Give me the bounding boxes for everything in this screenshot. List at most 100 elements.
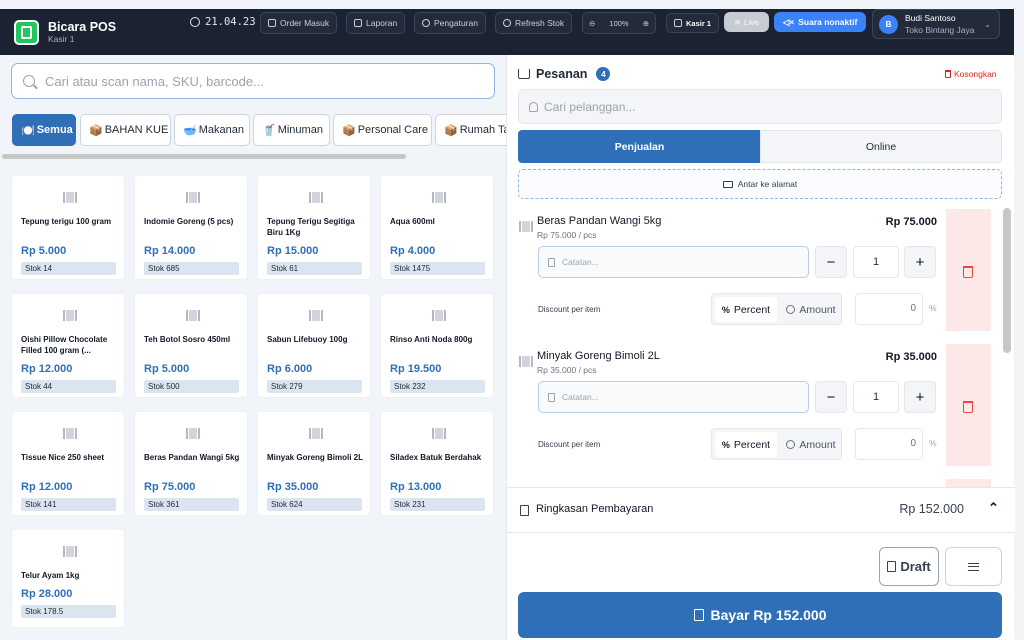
category-label: Semua	[36, 124, 73, 136]
qty-input[interactable]: 1	[853, 381, 899, 413]
decrease-qty-button[interactable]: −	[815, 381, 847, 413]
discount-input[interactable]: 0	[855, 293, 923, 325]
discount-unit: %	[929, 303, 937, 313]
brand: Bicara POS Kasir 1	[48, 20, 116, 45]
increase-qty-button[interactable]: +	[904, 381, 936, 413]
order-item-name: Minyak Goreng Bimoli 2L	[537, 350, 660, 362]
order-scroll-thumb[interactable]	[1003, 208, 1011, 353]
tab-online[interactable]: Online	[760, 130, 1002, 163]
qty-input[interactable]: 1	[853, 246, 899, 278]
payment-summary-toggle[interactable]: Ringkasan Pembayaran Rp 152.000 ⌃	[507, 487, 1015, 533]
tab-sales[interactable]: Penjualan	[518, 130, 761, 163]
search-placeholder: Cari atau scan nama, SKU, barcode...	[45, 73, 264, 89]
deliver-to-address-button[interactable]: Antar ke alamat	[518, 169, 1002, 199]
more-menu-button[interactable]	[945, 547, 1002, 586]
product-card[interactable]: Tissue Nice 250 sheet Rp 12.000 Stok 141	[11, 411, 125, 516]
reports-button[interactable]: Laporan	[346, 12, 406, 34]
refresh-stock-button[interactable]: Refresh Stok	[495, 12, 573, 34]
customer-search-input[interactable]: Cari pelanggan...	[518, 89, 1002, 124]
product-stock: Stok 685	[144, 262, 239, 275]
clear-order-button[interactable]: Kosongkan	[945, 69, 997, 79]
note-placeholder: Catatan...	[562, 257, 599, 267]
remove-item-button[interactable]	[946, 209, 991, 331]
product-card[interactable]: Aqua 600ml Rp 4.000 Stok 1475	[380, 175, 494, 280]
chevron-up-icon: ⌃	[988, 500, 999, 515]
product-card[interactable]: Oishi Pillow Chocolate Filled 100 gram (…	[11, 293, 125, 398]
category-tab-makanan[interactable]: 🥣 Makanan	[174, 114, 250, 146]
remove-item-button[interactable]	[946, 344, 991, 466]
product-price: Rp 15.000	[267, 245, 319, 257]
discount-percent-button[interactable]: % Percent	[715, 432, 777, 457]
category-tab-semua[interactable]: 🍽️ Semua	[12, 114, 76, 146]
product-card[interactable]: Beras Pandan Wangi 5kg Rp 75.000 Stok 36…	[134, 411, 248, 516]
reports-label: Laporan	[366, 18, 398, 28]
discount-amount-button[interactable]: Amount	[781, 297, 841, 322]
increase-qty-button[interactable]: +	[904, 246, 936, 278]
discount-percent-button[interactable]: % Percent	[715, 297, 777, 322]
remove-item-button[interactable]	[946, 479, 991, 487]
summary-total: Rp 152.000	[899, 502, 964, 516]
menu-icon	[968, 562, 979, 571]
product-card[interactable]: Siladex Batuk Berdahak Rp 13.000 Stok 23…	[380, 411, 494, 516]
voice-toggle[interactable]: ◁× Suara nonaktif	[774, 12, 866, 32]
product-card[interactable]: Tepung terigu 100 gram Rp 5.000 Stok 14	[11, 175, 125, 280]
zoom-level: 100%	[609, 18, 629, 28]
register-badge-button[interactable]: Kasir 1	[666, 13, 720, 33]
plate-icon	[186, 192, 200, 203]
item-note-input[interactable]: Catatan...	[538, 381, 809, 413]
percent-label: Percent	[733, 303, 771, 316]
item-note-input[interactable]: Catatan...	[538, 246, 809, 278]
discount-amount-button[interactable]: Amount	[781, 432, 841, 457]
order-item-unit-price: Rp 35.000 / pcs	[537, 365, 597, 375]
product-stock: Stok 1475	[390, 262, 485, 275]
product-grid: Tepung terigu 100 gram Rp 5.000 Stok 14 …	[0, 160, 506, 640]
order-item-total: Rp 35.000	[885, 351, 937, 363]
truck-icon	[722, 180, 733, 188]
category-tab-rumah-tangga[interactable]: 📦Rumah Tangga	[435, 114, 506, 146]
product-card[interactable]: Sabun Lifebuoy 100g Rp 6.000 Stok 279	[257, 293, 371, 398]
zoom-in-icon[interactable]: ⊕	[643, 19, 649, 28]
product-card[interactable]: Tepung Terigu Segitiga Biru 1Kg Rp 15.00…	[257, 175, 371, 280]
product-card[interactable]: Rinso Anti Noda 800g Rp 19.500 Stok 232	[380, 293, 494, 398]
avatar: B	[879, 14, 898, 34]
discount-input[interactable]: 0	[855, 428, 923, 460]
percent-icon: %	[721, 304, 730, 315]
note-icon	[548, 392, 555, 402]
user-menu[interactable]: B Budi Santoso Toko Bintang Jaya ⌄	[872, 9, 1000, 39]
trash-icon	[963, 401, 973, 413]
product-search-input[interactable]: Cari atau scan nama, SKU, barcode...	[11, 63, 495, 99]
order-in-label: Order Masuk	[280, 18, 330, 28]
category-scrollbar[interactable]	[2, 154, 406, 159]
product-card[interactable]: Teh Botol Sosro 450ml Rp 5.000 Stok 500	[134, 293, 248, 398]
receipt-icon	[693, 609, 704, 621]
draft-button[interactable]: Draft	[879, 547, 939, 586]
app-logo-icon	[14, 19, 39, 45]
order-item-name: Beras Pandan Wangi 5kg	[537, 215, 662, 227]
product-stock: Stok 61	[267, 262, 362, 275]
product-card[interactable]: Minyak Goreng Bimoli 2L Rp 35.000 Stok 6…	[257, 411, 371, 516]
product-card[interactable]: Telur Ayam 1kg Rp 28.000 Stok 178.5	[11, 529, 125, 628]
plate-icon	[63, 310, 77, 321]
pay-button[interactable]: Bayar Rp 152.000	[518, 592, 1002, 638]
category-tab-personal-care[interactable]: 📦 Personal Care	[333, 114, 432, 146]
live-toggle[interactable]: ≋ Live	[724, 12, 769, 32]
product-price: Rp 35.000	[267, 481, 319, 493]
draft-label: Draft	[900, 559, 931, 574]
zoom-control: ⊖ 100% ⊕	[582, 12, 656, 34]
decrease-qty-button[interactable]: −	[815, 246, 847, 278]
box-icon: 📦	[342, 124, 356, 137]
product-card[interactable]: Indomie Goreng (5 pcs) Rp 14.000 Stok 68…	[134, 175, 248, 280]
product-name: Tepung Terigu Segitiga Biru 1Kg	[267, 217, 355, 237]
product-name: Sabun Lifebuoy 100g	[267, 335, 348, 344]
product-stock: Stok 231	[390, 498, 485, 511]
register-name: Kasir 1	[48, 33, 75, 44]
order-in-button[interactable]: Order Masuk	[260, 12, 338, 34]
product-stock: Stok 500	[144, 380, 239, 393]
order-header: Pesanan 4	[518, 67, 611, 81]
category-tab-minuman[interactable]: 🥤 Minuman	[253, 114, 330, 146]
category-tab-bahan-kue[interactable]: 📦 BAHAN KUE	[80, 114, 171, 146]
settings-button[interactable]: Pengaturan	[414, 12, 486, 34]
zoom-out-icon[interactable]: ⊖	[589, 19, 595, 28]
document-icon	[887, 561, 897, 572]
product-stock: Stok 232	[390, 380, 485, 393]
